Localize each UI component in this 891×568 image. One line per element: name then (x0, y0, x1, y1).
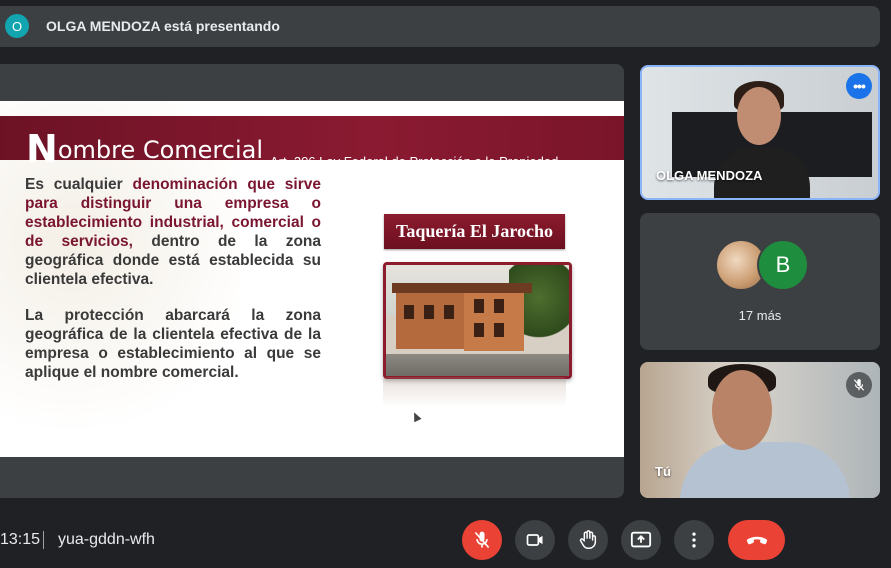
presenter-avatar: O (5, 14, 29, 38)
slide-image-caption: Taquería El Jarocho (384, 214, 565, 249)
more-options-icon (692, 532, 696, 548)
raise-hand-icon (579, 530, 597, 549)
meeting-code[interactable]: yua-gddn-wfh (58, 531, 155, 549)
camera-icon (526, 534, 543, 546)
meeting-time: 13:15 (0, 531, 41, 548)
slide-paragraph-1: Es cualquier denominación que sirve para… (25, 176, 322, 288)
toggle-camera-button[interactable] (515, 520, 555, 560)
more-options-button[interactable] (674, 520, 714, 560)
divider (43, 531, 44, 549)
toggle-mic-button[interactable] (462, 520, 502, 560)
slide-subtitle: Art. 206 Ley Federal de Protección a la … (270, 154, 559, 169)
slide-title-bar: Nombre Comercial Art. 206 Ley Federal de… (0, 116, 624, 169)
participant-tile-presenter[interactable]: ••• OLGA MENDOZA (640, 65, 880, 200)
present-screen-icon (630, 531, 652, 548)
present-screen-button[interactable] (621, 520, 661, 560)
photo-reflection (383, 377, 566, 407)
raise-hand-button[interactable] (568, 520, 608, 560)
mic-off-icon (846, 372, 872, 398)
presenter-label: OLGA MENDOZA está presentando (46, 18, 280, 34)
mic-off-icon (474, 531, 490, 549)
avatar: B (757, 239, 809, 291)
mouse-cursor-icon (410, 410, 422, 423)
presenter-bar[interactable]: O OLGA MENDOZA está presentando (0, 6, 880, 47)
presentation-slide: Nombre Comercial Art. 206 Ley Federal de… (0, 101, 624, 457)
end-call-button[interactable] (728, 520, 785, 560)
more-options-icon[interactable]: ••• (846, 73, 872, 99)
restaurant-photo (383, 262, 572, 379)
participant-name: Tú (655, 464, 671, 479)
more-participants-label: 17 más (738, 308, 782, 323)
participant-tile-self[interactable]: Tú (640, 362, 880, 498)
shared-screen-tile: Nombre Comercial Art. 206 Ley Federal de… (0, 64, 624, 498)
participant-name: OLGA MENDOZA (656, 168, 763, 183)
slide-paragraph-2: La protección abarcará la zona geográfic… (25, 307, 321, 381)
participant-tile-more[interactable]: B 17 más (640, 213, 880, 350)
slide-title: Nombre Comercial (26, 127, 264, 171)
end-call-icon (746, 536, 767, 545)
